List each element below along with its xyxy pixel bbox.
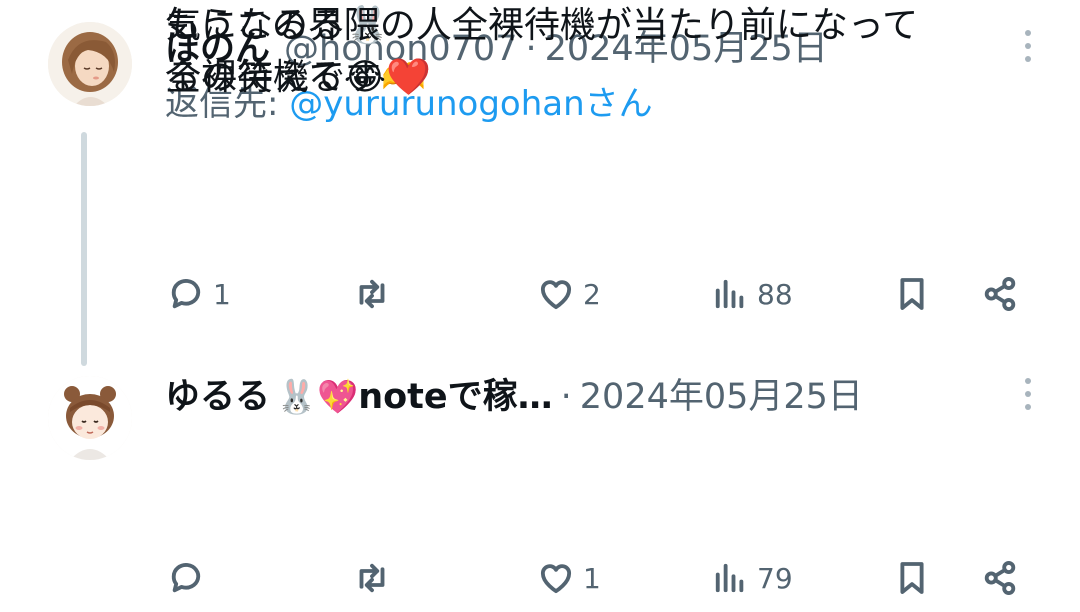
reply-icon [171, 563, 201, 593]
like-count: 1 [583, 561, 601, 595]
retweet-icon [359, 563, 385, 593]
bookmark-icon [900, 562, 924, 594]
avatar-yururu[interactable] [48, 376, 132, 460]
reply-icon [171, 279, 201, 309]
separator-dot: · [560, 377, 572, 417]
tweet-text-line: もうこの界隈の人全裸待機が当たり前になって [165, 5, 919, 46]
bookmark-icon [900, 278, 924, 310]
reply-button[interactable]: 1 [165, 270, 231, 318]
tweet-text-line: るの笑える😂❤️ [165, 57, 431, 98]
like-button[interactable]: 1 [535, 554, 601, 602]
views-count: 88 [757, 277, 793, 311]
more-icon[interactable] [1016, 26, 1040, 66]
like-button[interactable]: 2 [535, 270, 601, 318]
retweet-button[interactable] [351, 270, 399, 318]
author-name-suffix[interactable]: noteで稼… [358, 368, 552, 419]
like-icon [540, 564, 572, 594]
reply-count: 1 [213, 277, 231, 311]
retweet-button[interactable] [351, 554, 399, 602]
tweet-header: ゆるる 🐰💖 noteで稼… · 2024年05月25日 [165, 368, 863, 419]
author-name-emoji: 🐰💖 [276, 377, 359, 416]
share-icon [984, 277, 1016, 311]
tweet-text: もうこの界隈の人全裸待機が当たり前になって るの笑える😂❤️ [165, 0, 918, 104]
reply-button[interactable] [165, 554, 213, 602]
tweet-actions: 1 2 88 [165, 270, 1035, 318]
avatar-honon[interactable] [48, 22, 132, 106]
bookmark-button[interactable] [891, 554, 933, 602]
views-button[interactable]: 79 [709, 554, 793, 602]
tweet-date[interactable]: 2024年05月25日 [580, 368, 863, 419]
retweet-icon [359, 279, 385, 309]
views-count: 79 [757, 561, 793, 595]
share-button[interactable] [979, 270, 1021, 318]
tweet-actions: 1 79 [165, 554, 1035, 602]
views-icon [715, 279, 744, 309]
views-icon [715, 563, 744, 593]
bookmark-button[interactable] [891, 270, 933, 318]
views-button[interactable]: 88 [709, 270, 793, 318]
share-button[interactable] [979, 554, 1021, 602]
share-icon [984, 561, 1016, 595]
like-icon [540, 280, 572, 310]
like-count: 2 [583, 277, 601, 311]
author-name[interactable]: ゆるる [165, 368, 270, 419]
more-icon[interactable] [1016, 374, 1040, 414]
